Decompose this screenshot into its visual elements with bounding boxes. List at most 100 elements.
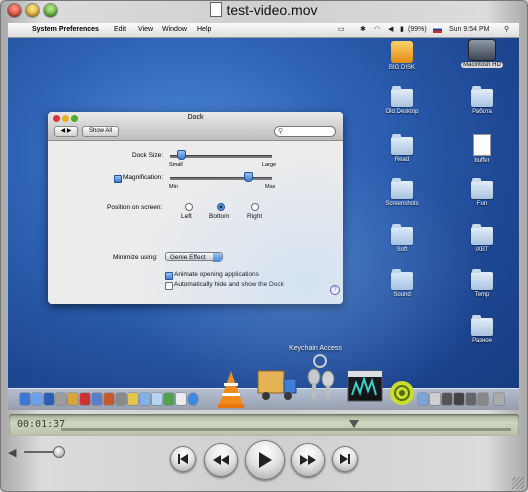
position-bottom-label: Bottom — [209, 213, 230, 220]
terminal-dock-icon[interactable] — [164, 393, 174, 405]
fast-forward-button[interactable] — [291, 443, 325, 477]
position-bottom-radio[interactable] — [217, 203, 225, 211]
display-icon[interactable]: ▭ — [338, 23, 345, 37]
vlc-dock-icon[interactable] — [216, 369, 246, 409]
prefs-search-input[interactable]: ⚲ — [274, 126, 336, 137]
desktop-icon-raznoe[interactable]: Разное — [452, 315, 512, 344]
position-right-radio[interactable] — [251, 203, 259, 211]
magnification-max-label: Max — [265, 184, 276, 190]
menu-app[interactable]: System Preferences — [32, 23, 99, 37]
ichat-dock-icon[interactable] — [152, 393, 162, 405]
skip-to-start-button[interactable] — [170, 446, 196, 472]
dashboard-dock-icon[interactable] — [32, 393, 42, 405]
truck-dock-icon[interactable] — [254, 361, 298, 405]
magnification-slider-thumb[interactable] — [243, 172, 253, 182]
dock-item-d[interactable] — [454, 393, 464, 405]
airport-icon[interactable]: ◠ — [374, 23, 380, 37]
video-frame: System Preferences Edit View Window Help… — [8, 23, 519, 410]
dock-size-slider-thumb[interactable] — [177, 150, 187, 160]
play-icon — [259, 452, 272, 468]
desktop-icon-buffer[interactable]: buffer — [452, 134, 512, 164]
safari-dock-icon[interactable] — [140, 393, 150, 405]
system-prefs-dock-icon[interactable] — [116, 393, 126, 405]
keychain-access-dock-icon[interactable] — [302, 353, 342, 403]
desktop-icon-rabota[interactable]: Работа — [452, 86, 512, 115]
skip-back-icon — [178, 454, 188, 464]
title-bar[interactable]: test-video.mov — [0, 0, 528, 22]
magnification-min-label: Min — [169, 184, 178, 190]
desktop-icon-old-desktop[interactable]: Old Desktop — [372, 86, 432, 115]
spiral-app-dock-icon[interactable] — [388, 379, 416, 407]
skip-to-end-button[interactable] — [332, 446, 358, 472]
itunes-dock-icon[interactable] — [92, 393, 102, 405]
menu-edit[interactable]: Edit — [114, 23, 126, 37]
mail-dock-icon[interactable] — [44, 393, 54, 405]
addressbook-dock-icon[interactable] — [68, 393, 78, 405]
search-icon: ⚲ — [278, 128, 284, 135]
back-forward-button[interactable]: ◀ ▶ — [54, 126, 78, 137]
position-left-radio[interactable] — [185, 203, 193, 211]
volume-slider-thumb[interactable] — [53, 446, 65, 458]
desktop-icon-read[interactable]: Read — [372, 134, 432, 163]
spotlight-icon[interactable]: ⚲ — [504, 23, 509, 37]
prefs-toolbar[interactable]: Dock ◀ ▶ Show All ⚲ — [48, 112, 343, 141]
calendar-dock-icon[interactable] — [56, 393, 66, 405]
desktop-icon-fun[interactable]: Fun — [452, 178, 512, 207]
dock-size-small-label: Small — [169, 162, 183, 168]
desktop-icon-ixbt[interactable]: iXBT — [452, 224, 512, 253]
animate-checkbox[interactable] — [165, 272, 173, 280]
prefs-title: Dock — [187, 114, 204, 121]
preview-dock-icon[interactable] — [104, 393, 114, 405]
timeline-bar[interactable]: 00:01:37 — [9, 414, 519, 436]
menu-clock[interactable]: Sun 9:54 PM — [449, 23, 489, 37]
desktop-icon-temp[interactable]: Temp — [452, 269, 512, 298]
dock-preferences-window: Dock ◀ ▶ Show All ⚲ Dock Size: Small Lar… — [48, 112, 343, 304]
folder-icon — [391, 134, 413, 155]
autohide-label: Automatically hide and show the Dock — [174, 281, 284, 288]
show-all-button[interactable]: Show All — [82, 126, 119, 137]
dock-size-large-label: Large — [262, 162, 277, 168]
dock-size-slider[interactable] — [170, 155, 272, 158]
rewind-button[interactable] — [204, 443, 238, 477]
app2-dock-icon[interactable] — [176, 393, 186, 405]
ical-dock-icon[interactable] — [80, 393, 90, 405]
menu-help[interactable]: Help — [197, 23, 211, 37]
magnification-checkbox[interactable] — [114, 175, 122, 183]
battery-icon[interactable]: ▮ — [400, 23, 404, 37]
desktop-icon-macintosh-hd[interactable]: Macintosh HD — [452, 40, 512, 68]
app3-dock-icon[interactable] — [188, 393, 198, 405]
app-dock-icon[interactable] — [128, 393, 138, 405]
input-flag-icon[interactable] — [433, 26, 442, 33]
menu-view[interactable]: View — [138, 23, 153, 37]
desktop-icon-sound[interactable]: Sound — [372, 269, 432, 298]
finder-dock-icon[interactable] — [20, 393, 30, 405]
dock — [8, 354, 519, 410]
dock-item-e[interactable] — [466, 393, 476, 405]
playhead-marker[interactable] — [348, 420, 359, 428]
desktop-icon-soft[interactable]: Soft — [372, 224, 432, 253]
volume-menu-icon[interactable]: ◀︎ — [388, 23, 393, 37]
menu-window[interactable]: Window — [162, 23, 187, 37]
disk-icon — [391, 41, 413, 63]
desktop-icon-big-disk[interactable]: BIG DISK — [372, 41, 432, 71]
trash-dock-icon[interactable] — [494, 393, 504, 405]
scrubber-track[interactable] — [61, 428, 511, 431]
play-button[interactable] — [245, 440, 285, 480]
animate-label: Animate opening applications — [174, 271, 259, 278]
help-button[interactable]: ? — [330, 285, 340, 295]
resize-grip-icon[interactable] — [512, 477, 524, 489]
popup-arrows-icon — [213, 253, 222, 262]
autohide-checkbox[interactable] — [165, 282, 173, 290]
dock-item-a[interactable] — [418, 393, 428, 405]
dock-item-f[interactable] — [478, 393, 488, 405]
final-cut-dock-icon[interactable] — [346, 365, 386, 405]
rewind-icon — [213, 455, 229, 465]
dock-tooltip: Keychain Access — [289, 345, 342, 352]
dock-item-c[interactable] — [442, 393, 452, 405]
bluetooth-icon[interactable]: ✱ — [360, 23, 366, 37]
desktop-icon-screenshots[interactable]: Screenshots — [372, 178, 432, 207]
magnification-slider[interactable] — [170, 177, 272, 180]
dock-item-b[interactable] — [430, 393, 440, 405]
skip-forward-icon — [340, 454, 350, 464]
minimize-effect-popup[interactable]: Genie Effect — [165, 252, 223, 262]
